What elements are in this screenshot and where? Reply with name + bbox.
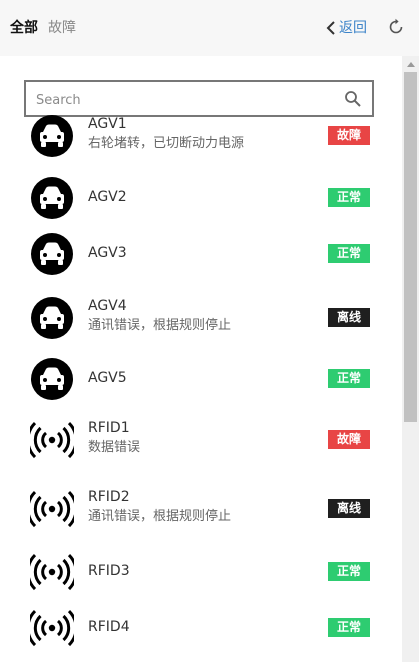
rfid-signal-icon [26,606,78,650]
status-badge: 正常 [328,562,370,581]
device-description: 通讯错误，根据规则停止 [88,509,232,524]
refresh-icon[interactable] [387,18,405,36]
list-item[interactable]: AGV1 右轮堵转，已切断动力电源 故障 [0,108,402,164]
rfid-signal-icon [26,487,78,531]
scroll-up-arrow[interactable] [407,62,415,67]
status-badge: 正常 [328,244,370,263]
device-description: 数据错误 [88,440,141,455]
car-icon [30,232,74,276]
device-name: RFID2 [88,489,130,505]
car-icon [30,357,74,401]
device-name: AGV3 [88,245,127,261]
rfid-signal-icon [26,550,78,594]
status-badge: 故障 [328,430,370,449]
status-badge: 正常 [328,618,370,637]
status-badge: 离线 [328,499,370,518]
list-item[interactable]: AGV4 通讯错误，根据规则停止 离线 [0,290,402,346]
list-item[interactable]: AGV3 正常 [0,226,402,282]
status-badge: 正常 [328,188,370,207]
tab-all[interactable]: 全部 [10,19,38,37]
header-bar: 全部 故障 返回 [0,0,419,56]
car-icon [30,296,74,340]
car-icon [30,114,74,158]
list-item[interactable]: AGV2 正常 [0,170,402,226]
status-badge: 离线 [328,308,370,327]
list-item[interactable]: RFID2 通讯错误，根据规则停止 离线 [0,481,402,537]
device-name: AGV5 [88,370,127,386]
list-item[interactable]: RFID1 数据错误 故障 [0,412,402,468]
device-name: RFID3 [88,563,130,579]
list-item[interactable]: RFID3 正常 [0,544,402,600]
device-name: RFID1 [88,420,130,436]
device-name: RFID4 [88,619,130,635]
list-item[interactable]: RFID4 正常 [0,600,402,656]
device-name: AGV2 [88,189,127,205]
device-panel: AGV1右轮堵转，已切断动力电源故障AGV2正常AGV3正常AGV4通讯错误，根… [0,56,402,662]
search-icon[interactable] [344,90,362,108]
chevron-left-icon [326,21,335,35]
status-badge: 正常 [328,369,370,388]
tab-fault[interactable]: 故障 [48,19,76,37]
status-badge: 故障 [328,126,370,145]
device-name: AGV4 [88,298,127,314]
scrollbar[interactable] [402,56,419,662]
car-icon [30,176,74,220]
scrollbar-thumb[interactable] [404,72,417,422]
back-button[interactable]: 返回 [326,19,367,37]
back-label: 返回 [339,20,367,36]
list-item[interactable]: AGV5 正常 [0,351,402,407]
device-name: AGV1 [88,116,127,132]
rfid-signal-icon [26,418,78,462]
device-description: 通讯错误，根据规则停止 [88,318,232,333]
device-description: 右轮堵转，已切断动力电源 [88,136,245,151]
